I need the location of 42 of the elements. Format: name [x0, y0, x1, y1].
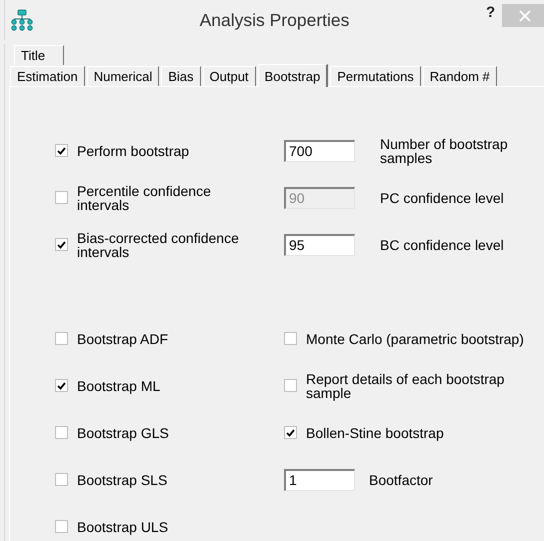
checkbox-label: Monte Carlo (parametric bootstrap)	[306, 332, 524, 346]
checkbox-label: Bootstrap ULS	[77, 520, 168, 534]
tab[interactable]: Estimation	[10, 66, 85, 86]
checkbox-label: Percentile confidence intervals	[77, 184, 212, 212]
checkbox[interactable]	[55, 144, 68, 157]
tab[interactable]: Bootstrap	[258, 64, 328, 87]
input-field[interactable]: 95	[284, 234, 355, 256]
tab[interactable]: Numerical	[86, 66, 160, 86]
field-label: PC confidence level	[380, 190, 505, 204]
tab[interactable]: Permutations	[330, 66, 421, 86]
checkbox-label: Report details of each bootstrap sample	[306, 372, 506, 400]
close-button[interactable]	[502, 4, 544, 27]
help-button[interactable]: ?	[482, 4, 500, 21]
checkbox-label: Bootstrap GLS	[77, 426, 169, 440]
checkbox-label: Bootstrap ML	[77, 378, 160, 392]
hierarchy-icon	[11, 9, 33, 31]
checkbox[interactable]	[284, 379, 297, 392]
field-label: Number of bootstrap samples	[380, 136, 509, 164]
input-field[interactable]: 700	[284, 140, 355, 162]
checkbox[interactable]	[55, 426, 68, 439]
close-icon	[519, 10, 531, 22]
checkbox-label: Bias-corrected confidence intervals	[77, 230, 240, 258]
field-label: BC confidence level	[380, 238, 505, 252]
tab[interactable]: Title	[14, 45, 64, 65]
tab[interactable]: Random #	[422, 66, 497, 86]
checkbox[interactable]	[284, 332, 297, 345]
checkbox-label: Bootstrap ADF	[77, 332, 168, 346]
tab[interactable]: Output	[202, 66, 256, 86]
checkbox[interactable]	[55, 379, 68, 392]
checkbox[interactable]	[55, 238, 68, 251]
tab[interactable]: Bias	[161, 66, 201, 86]
checkbox[interactable]	[55, 473, 68, 486]
field-label: Bootfactor	[369, 472, 434, 486]
window-title: Analysis Properties	[200, 10, 350, 30]
checkbox[interactable]	[55, 191, 68, 204]
checkbox[interactable]	[284, 426, 297, 439]
checkbox[interactable]	[55, 332, 68, 345]
checkbox[interactable]	[55, 520, 68, 533]
checkbox-label: Bootstrap SLS	[77, 472, 168, 486]
checkbox-label: Bollen-Stine bootstrap	[306, 426, 444, 440]
input-field[interactable]: 1	[284, 468, 355, 490]
checkbox-label: Perform bootstrap	[77, 144, 190, 158]
